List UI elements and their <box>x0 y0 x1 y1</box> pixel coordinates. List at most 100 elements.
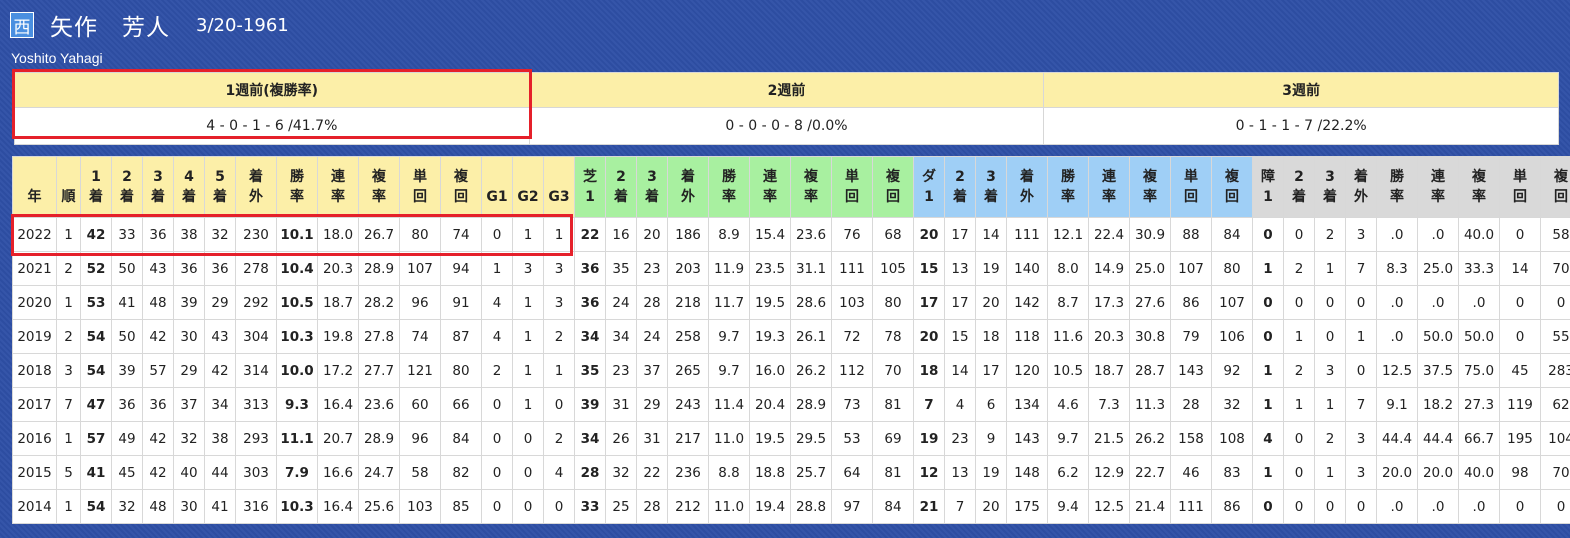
table-cell: 81 <box>872 387 914 422</box>
table-cell: 36 <box>173 251 205 286</box>
table-cell: 80 <box>440 353 482 388</box>
table-cell: 35 <box>605 251 637 286</box>
table-cell: 40 <box>173 455 205 490</box>
table-cell: 30.9 <box>1129 217 1171 252</box>
table-cell: 0 <box>1314 319 1346 354</box>
table-cell: 54 <box>80 489 112 524</box>
column-header: 2着 <box>111 156 143 218</box>
column-header: 勝率 <box>276 156 318 218</box>
table-cell: 11.7 <box>708 285 750 320</box>
table-cell: 0 <box>543 489 575 524</box>
table-cell: 1 <box>56 217 81 252</box>
table-cell: 212 <box>667 489 709 524</box>
column-header-bottom: G2 <box>517 189 539 205</box>
weekly-results-table: 1週前(複勝率) 2週前 3週前 4 - 0 - 1 - 6 /41.7% 0 … <box>14 72 1559 145</box>
table-cell: 0 <box>1283 217 1315 252</box>
table-cell: 111 <box>831 251 873 286</box>
table-cell: 9.7 <box>708 353 750 388</box>
table-cell: 36 <box>142 217 174 252</box>
column-header-top: 複 <box>1472 169 1486 185</box>
table-cell: 42 <box>80 217 112 252</box>
table-cell: 1 <box>56 421 81 456</box>
column-header-top: 着 <box>249 169 263 185</box>
table-cell: 121 <box>399 353 441 388</box>
table-cell: 28 <box>636 285 668 320</box>
table-cell: 4 <box>944 387 976 422</box>
table-cell: 0 <box>481 387 513 422</box>
table-cell: 50 <box>111 251 143 286</box>
column-header-top: 1 <box>91 169 101 185</box>
column-header: 2着 <box>944 156 976 218</box>
romanized-name: Yoshito Yahagi <box>11 50 103 66</box>
table-cell: 10.1 <box>276 217 318 252</box>
column-header: 連率 <box>1088 156 1130 218</box>
table-cell: 23 <box>636 251 668 286</box>
table-cell: 68 <box>872 217 914 252</box>
table-cell: 29.5 <box>790 421 832 456</box>
column-header-top: 単 <box>1184 169 1198 185</box>
column-header: 3着 <box>1314 156 1346 218</box>
column-header-top: 勝 <box>722 169 736 185</box>
table-row: 2021 2 52 50 43 36 36 278 10.4 20.3 28.9 107 94 1 3 3 36… <box>12 251 1570 286</box>
table-cell: 1 <box>1252 455 1284 490</box>
table-cell: 11.9 <box>708 251 750 286</box>
table-cell: 81 <box>872 455 914 490</box>
table-cell: 33.3 <box>1458 251 1500 286</box>
table-cell: 52 <box>80 251 112 286</box>
column-header-top: 着 <box>1354 169 1368 185</box>
table-cell: 57 <box>80 421 112 456</box>
column-header-bottom: 率 <box>290 189 304 205</box>
table-cell: 11.6 <box>1047 319 1089 354</box>
table-cell: 18.7 <box>317 285 359 320</box>
table-cell: .0 <box>1376 285 1418 320</box>
table-cell: 96 <box>399 285 441 320</box>
table-cell: 0 <box>1499 217 1541 252</box>
column-header-top: 2 <box>122 169 132 185</box>
column-header-top: 連 <box>1102 169 1116 185</box>
table-cell: 20 <box>975 285 1007 320</box>
table-cell: 18.0 <box>317 217 359 252</box>
table-cell: 21 <box>913 489 945 524</box>
table-cell: 107 <box>1170 251 1212 286</box>
column-header: 勝率 <box>1047 156 1089 218</box>
table-cell: 14.9 <box>1088 251 1130 286</box>
column-header-bottom: 着 <box>953 189 967 205</box>
table-cell: 103 <box>399 489 441 524</box>
table-cell: 2 <box>56 251 81 286</box>
table-cell: 0 <box>512 421 544 456</box>
table-cell: 70 <box>1540 251 1570 286</box>
column-header-top <box>482 167 512 187</box>
table-cell: 44 <box>204 455 236 490</box>
table-cell: 103 <box>831 285 873 320</box>
stats-header-row: 年 順1着2着3着4着5着着外勝率連率複率単回複回 G1 G2 G3 芝 1 2 着 3 着… <box>12 156 1570 218</box>
table-cell: 41 <box>111 285 143 320</box>
table-cell: 303 <box>235 455 277 490</box>
table-cell: 12 <box>913 455 945 490</box>
table-cell: 34 <box>204 387 236 422</box>
column-header: 順 <box>56 156 81 218</box>
table-cell: 293 <box>235 421 277 456</box>
table-cell: 5 <box>56 455 81 490</box>
table-cell: 1 <box>481 251 513 286</box>
table-cell: 18 <box>975 319 1007 354</box>
table-cell: 148 <box>1006 455 1048 490</box>
table-cell: 20.7 <box>317 421 359 456</box>
column-header: G2 <box>512 156 544 218</box>
table-cell: 94 <box>440 251 482 286</box>
table-cell: 27.3 <box>1458 387 1500 422</box>
table-cell: 11.0 <box>708 489 750 524</box>
table-cell: 2 <box>56 319 81 354</box>
table-cell: 28 <box>574 455 606 490</box>
column-header-top: 勝 <box>1061 169 1075 185</box>
column-header: 複率 <box>358 156 400 218</box>
week-1-header: 1週前(複勝率) <box>14 72 530 108</box>
table-cell: 15 <box>913 251 945 286</box>
table-cell: 0 <box>481 455 513 490</box>
table-cell: 17 <box>944 285 976 320</box>
column-header-bottom: 着 <box>120 189 134 205</box>
table-cell: 1 <box>1314 387 1346 422</box>
table-cell: 0 <box>1252 319 1284 354</box>
table-cell: 86 <box>1211 489 1253 524</box>
table-cell: 203 <box>667 251 709 286</box>
table-cell: 78 <box>872 319 914 354</box>
